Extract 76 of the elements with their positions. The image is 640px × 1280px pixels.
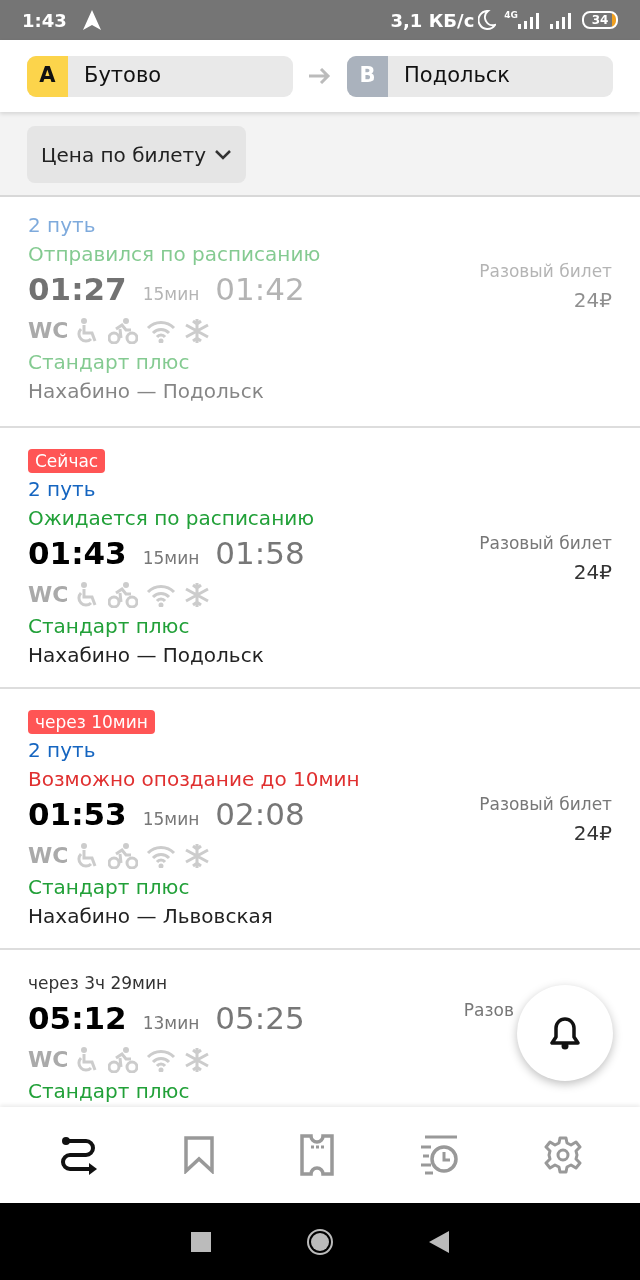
moon-icon bbox=[478, 10, 497, 30]
settings-icon[interactable] bbox=[543, 1136, 582, 1174]
travel-duration: 15мин bbox=[142, 547, 200, 570]
train-class: Стандарт плюс bbox=[28, 614, 190, 638]
clock-time: 1:43 bbox=[22, 8, 67, 33]
ticket-type: Разовый билет bbox=[479, 260, 612, 283]
bell-icon bbox=[550, 1016, 580, 1050]
travel-duration: 15мин bbox=[142, 283, 200, 306]
status-text: Ожидается по расписанию bbox=[28, 506, 315, 530]
bicycle-icon bbox=[108, 843, 139, 869]
platform-label: 2 путь bbox=[28, 738, 96, 762]
status-badge: через 10мин bbox=[28, 710, 155, 734]
arrival-time: 05:25 bbox=[215, 999, 305, 1038]
history-icon[interactable] bbox=[418, 1135, 459, 1175]
stop-field[interactable]: B Подольск bbox=[347, 55, 613, 97]
battery-indicator: 34 bbox=[582, 11, 618, 29]
point-marker: B bbox=[347, 55, 388, 97]
departure-time: 01:27 bbox=[28, 270, 127, 309]
toilet-label: WC bbox=[28, 1047, 69, 1073]
train-route: Нахабино — Подольск bbox=[28, 643, 264, 667]
ticket-type: Разовый билет bbox=[479, 793, 612, 816]
snowflake-icon bbox=[184, 1047, 211, 1073]
travel-duration: 13мин bbox=[142, 1012, 200, 1035]
departure-time: 01:53 bbox=[28, 795, 127, 834]
toilet-label: WC bbox=[28, 582, 69, 608]
network-speed: 3,1 КБ/с bbox=[390, 8, 475, 33]
arrow-icon bbox=[309, 68, 331, 84]
wifi-icon bbox=[146, 844, 177, 868]
train-route: Нахабино — Подольск bbox=[28, 379, 264, 403]
platform-label: 2 путь bbox=[28, 477, 96, 501]
departure-time: 05:12 bbox=[28, 999, 127, 1038]
network-type: 4G bbox=[504, 11, 518, 20]
arrival-time: 02:08 bbox=[215, 795, 305, 834]
back-icon[interactable] bbox=[429, 1230, 449, 1253]
travel-duration: 15мин bbox=[142, 808, 200, 831]
wifi-icon bbox=[146, 583, 177, 607]
ticket-icon[interactable] bbox=[300, 1134, 334, 1176]
bicycle-icon bbox=[108, 318, 139, 344]
bicycle-icon bbox=[108, 582, 139, 608]
arrival-time: 01:42 bbox=[215, 270, 305, 309]
sort-dropdown[interactable]: Цена по билету bbox=[27, 126, 247, 183]
status-badge: Сейчас bbox=[28, 449, 106, 473]
chevron-down-icon bbox=[214, 149, 233, 160]
stop-field[interactable]: A Бутово bbox=[27, 55, 293, 97]
train-class: Стандарт плюс bbox=[28, 875, 190, 899]
toilet-label: WC bbox=[28, 318, 69, 344]
status-text: Возможно опоздание до 10мин bbox=[28, 767, 360, 791]
signal-icon bbox=[550, 11, 574, 29]
ticket-price: 24₽ bbox=[573, 819, 612, 847]
snowflake-icon bbox=[184, 318, 211, 344]
point-marker: A bbox=[27, 55, 68, 97]
notification-button[interactable] bbox=[517, 985, 613, 1081]
arrival-time: 01:58 bbox=[215, 534, 305, 573]
signal-icon bbox=[518, 11, 542, 29]
bicycle-icon bbox=[108, 1047, 139, 1073]
toilet-label: WC bbox=[28, 843, 69, 869]
navigation-arrow-icon bbox=[82, 10, 101, 30]
departure-countdown: через 3ч 29мин bbox=[28, 973, 168, 993]
ticket-price: 24₽ bbox=[573, 286, 612, 314]
bookmark-icon[interactable] bbox=[183, 1136, 216, 1174]
wifi-icon bbox=[146, 1048, 177, 1072]
snowflake-icon bbox=[184, 843, 211, 869]
train-route: Нахабино — Львовская bbox=[28, 904, 273, 928]
departure-time: 01:43 bbox=[28, 534, 127, 573]
status-text: Отправился по расписанию bbox=[28, 242, 321, 266]
train-class: Стандарт плюс bbox=[28, 350, 190, 374]
train-class: Стандарт плюс bbox=[28, 1079, 190, 1103]
ticket-type: Разовый билет bbox=[479, 532, 612, 555]
recent-apps-icon[interactable] bbox=[191, 1231, 211, 1252]
snowflake-icon bbox=[184, 582, 211, 608]
ticket-type: Разов bbox=[463, 999, 514, 1022]
home-icon[interactable] bbox=[306, 1227, 334, 1256]
ticket-price: 24₽ bbox=[573, 558, 612, 586]
platform-label: 2 путь bbox=[28, 213, 96, 237]
route-icon[interactable] bbox=[58, 1135, 99, 1175]
wifi-icon bbox=[146, 319, 177, 343]
